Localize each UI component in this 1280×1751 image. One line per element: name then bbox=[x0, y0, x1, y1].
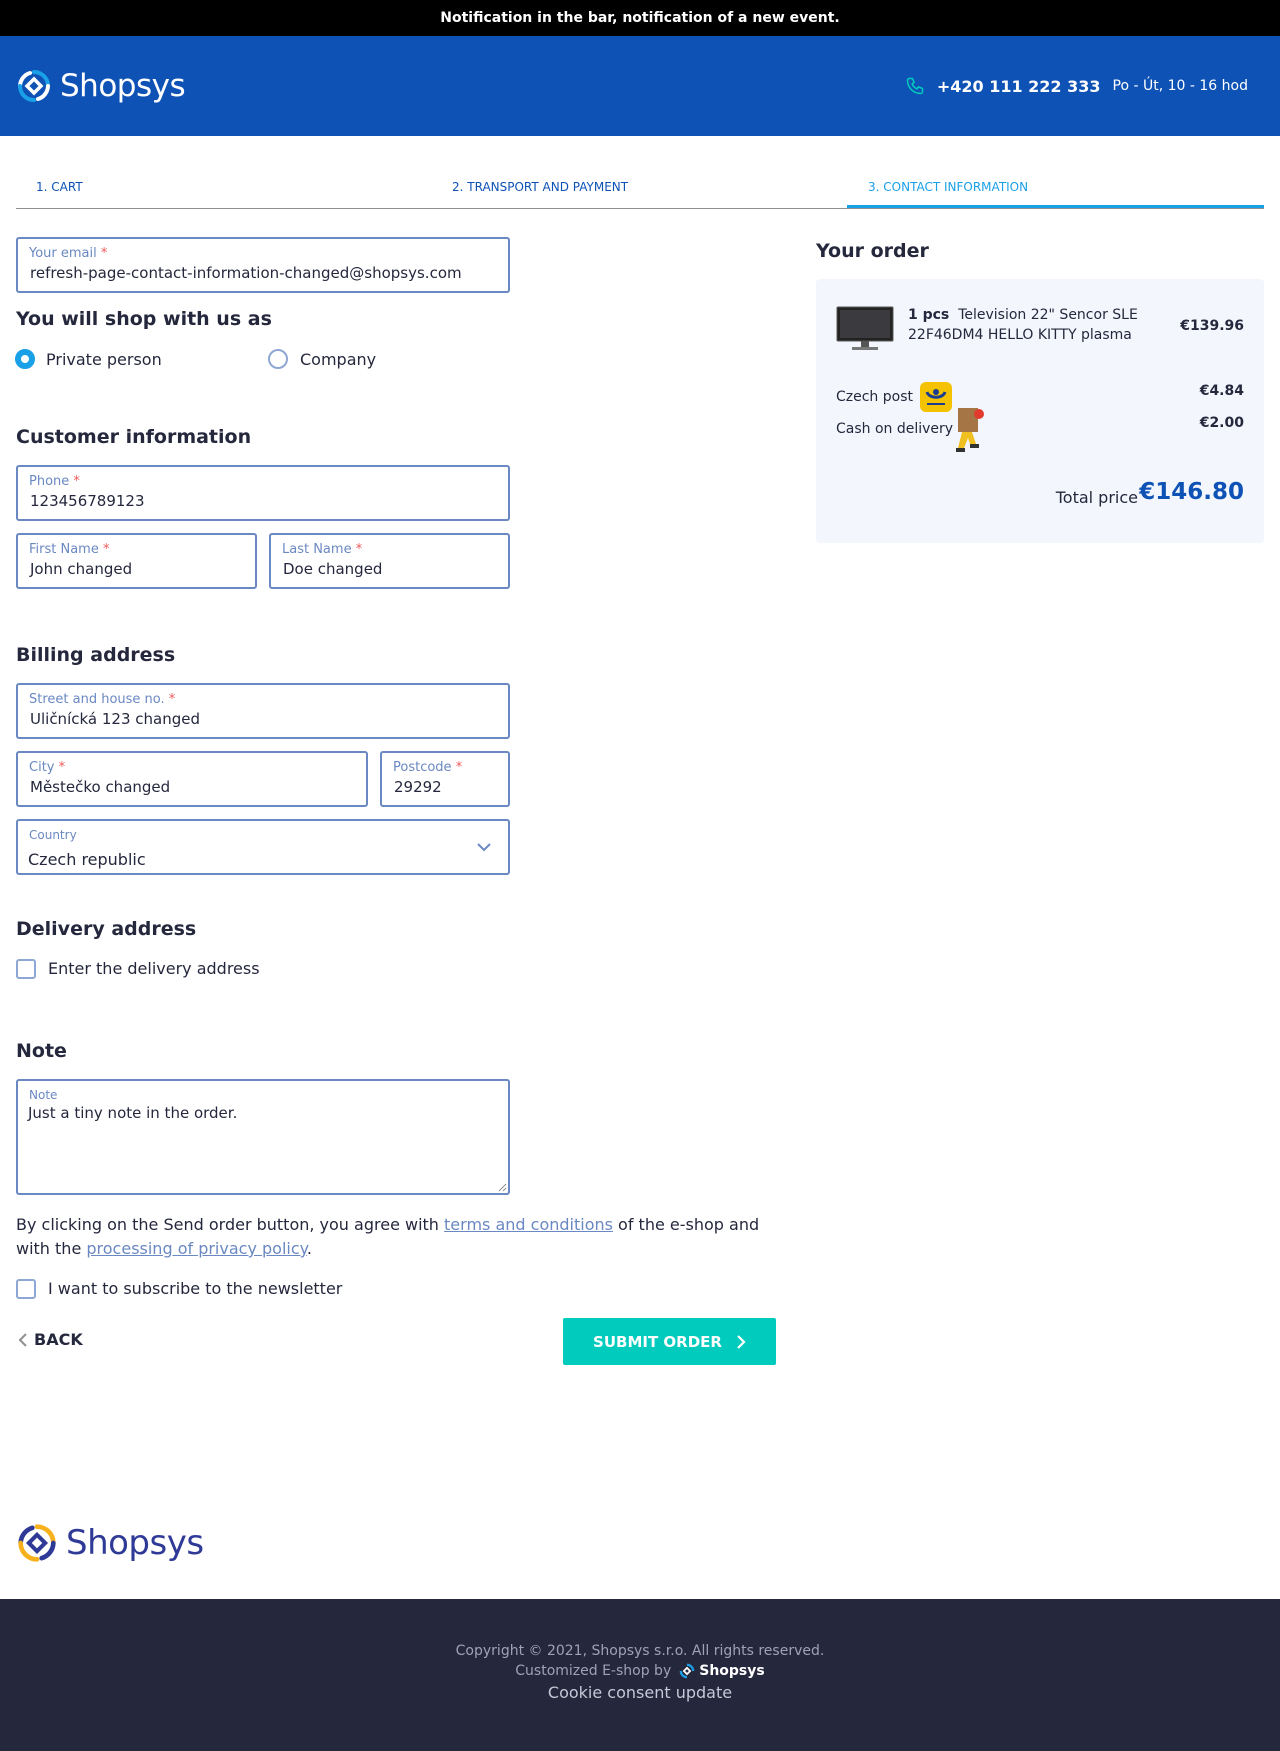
total-price-value: €146.80 bbox=[1139, 479, 1244, 505]
back-label: BACK bbox=[34, 1330, 83, 1349]
copyright-text: Copyright © 2021, Shopsys s.r.o. All rig… bbox=[455, 1643, 825, 1659]
cash-on-delivery-icon bbox=[956, 408, 984, 452]
newsletter-checkbox[interactable] bbox=[16, 1279, 36, 1299]
billing-title: Billing address bbox=[16, 644, 176, 666]
postcode-field[interactable]: Postcode * 29292 bbox=[380, 751, 510, 807]
first-name-label: First Name * bbox=[29, 542, 110, 557]
city-label: City * bbox=[29, 760, 66, 775]
radio-private-person[interactable] bbox=[15, 349, 35, 369]
active-step-indicator bbox=[847, 205, 1264, 208]
payment-price: €2.00 bbox=[1199, 415, 1244, 431]
czech-post-logo-icon bbox=[920, 382, 952, 412]
first-name-value: John changed bbox=[30, 560, 133, 578]
total-price-label: Total price bbox=[1055, 488, 1138, 507]
country-label: Country bbox=[29, 828, 77, 842]
footer-brand[interactable]: Shopsys bbox=[699, 1663, 764, 1679]
checkout-steps: 1. CART 2. TRANSPORT AND PAYMENT 3. CONT… bbox=[16, 168, 1264, 209]
last-name-label: Last Name * bbox=[282, 542, 363, 557]
submit-order-button[interactable]: SUBMIT ORDER bbox=[563, 1318, 776, 1365]
legal-text: By clicking on the Send order button, yo… bbox=[16, 1213, 776, 1261]
product-price: €139.96 bbox=[1180, 318, 1244, 334]
transport-label: Czech post bbox=[836, 389, 913, 405]
back-button[interactable]: BACK bbox=[16, 1330, 83, 1349]
header-contact: +420 111 222 333 Po - Út, 10 - 16 hod bbox=[905, 76, 1248, 96]
shopsys-small-logo-icon bbox=[679, 1663, 695, 1679]
shopsys-logo-icon bbox=[18, 70, 50, 102]
shopsys-logo-icon bbox=[18, 1524, 56, 1562]
note-label: Note bbox=[29, 1088, 58, 1102]
country-select[interactable]: Country Czech republic bbox=[16, 819, 510, 875]
company-label[interactable]: Company bbox=[300, 350, 376, 369]
chevron-left-icon bbox=[18, 1332, 27, 1347]
resize-handle-icon[interactable] bbox=[497, 1182, 507, 1192]
order-title: Your order bbox=[816, 240, 929, 262]
footer-logo[interactable]: Shopsys bbox=[16, 1522, 204, 1564]
step-contact-information[interactable]: 3. CONTACT INFORMATION bbox=[868, 180, 1028, 194]
shop-as-title: You will shop with us as bbox=[16, 308, 272, 330]
note-title: Note bbox=[16, 1040, 67, 1062]
postcode-label: Postcode * bbox=[393, 760, 463, 775]
delivery-address-label[interactable]: Enter the delivery address bbox=[48, 959, 260, 978]
product-qty: 1 pcs bbox=[908, 307, 950, 323]
phone-label: Phone * bbox=[29, 474, 80, 489]
email-label: Your email * bbox=[29, 246, 108, 261]
email-field[interactable]: Your email * refresh-page-contact-inform… bbox=[16, 237, 510, 293]
notification-bar: Notification in the bar, notification of… bbox=[0, 0, 1280, 36]
last-name-field[interactable]: Last Name * Doe changed bbox=[269, 533, 510, 589]
phone-icon bbox=[906, 77, 924, 95]
postcode-value: 29292 bbox=[394, 778, 442, 796]
transport-price: €4.84 bbox=[1199, 383, 1244, 399]
step-cart[interactable]: 1. CART bbox=[36, 180, 83, 194]
product-description: 1 pcs Television 22" Sencor SLE 22F46DM4… bbox=[908, 305, 1148, 345]
note-value: Just a tiny note in the order. bbox=[28, 1104, 238, 1122]
customized-by-text: Customized E-shop by bbox=[515, 1663, 672, 1679]
payment-label: Cash on delivery bbox=[836, 421, 954, 437]
chevron-down-icon bbox=[477, 843, 491, 852]
country-value: Czech republic bbox=[28, 850, 146, 869]
customer-info-title: Customer information bbox=[16, 426, 252, 448]
chevron-right-icon bbox=[737, 1334, 746, 1349]
privacy-policy-link[interactable]: processing of privacy policy bbox=[86, 1239, 306, 1258]
order-summary: 1 pcs Television 22" Sencor SLE 22F46DM4… bbox=[816, 279, 1264, 543]
header-phone[interactable]: +420 111 222 333 bbox=[937, 77, 1101, 96]
phone-field[interactable]: Phone * 123456789123 bbox=[16, 465, 510, 521]
header-hours: Po - Út, 10 - 16 hod bbox=[1112, 78, 1248, 94]
first-name-field[interactable]: First Name * John changed bbox=[16, 533, 257, 589]
site-header: Shopsys +420 111 222 333 Po - Út, 10 - 1… bbox=[0, 36, 1280, 136]
delivery-address-checkbox[interactable] bbox=[16, 959, 36, 979]
submit-label: SUBMIT ORDER bbox=[593, 1332, 722, 1351]
logo-text: Shopsys bbox=[60, 68, 186, 104]
phone-value: 123456789123 bbox=[30, 492, 145, 510]
private-person-label[interactable]: Private person bbox=[46, 350, 162, 369]
note-textarea[interactable]: Note Just a tiny note in the order. bbox=[16, 1079, 510, 1195]
city-field[interactable]: City * Městečko changed bbox=[16, 751, 368, 807]
television-product-image bbox=[836, 306, 894, 350]
radio-company[interactable] bbox=[268, 349, 288, 369]
legal-text-before: By clicking on the Send order button, yo… bbox=[16, 1215, 445, 1234]
header-logo[interactable]: Shopsys bbox=[16, 68, 186, 104]
city-value: Městečko changed bbox=[30, 778, 171, 796]
step-transport-payment[interactable]: 2. TRANSPORT AND PAYMENT bbox=[452, 180, 628, 194]
cookie-consent-link[interactable]: Cookie consent update bbox=[0, 1683, 1280, 1702]
footer-logo-text: Shopsys bbox=[66, 1523, 204, 1563]
last-name-value: Doe changed bbox=[283, 560, 383, 578]
email-value: refresh-page-contact-information-changed… bbox=[30, 264, 462, 282]
street-field[interactable]: Street and house no. * Uličnícká 123 cha… bbox=[16, 683, 510, 739]
terms-link[interactable]: terms and conditions bbox=[444, 1215, 613, 1234]
delivery-title: Delivery address bbox=[16, 918, 197, 940]
site-footer: Copyright © 2021, Shopsys s.r.o. All rig… bbox=[0, 1599, 1280, 1751]
street-label: Street and house no. * bbox=[29, 692, 176, 707]
legal-text-after: . bbox=[306, 1239, 312, 1258]
street-value: Uličnícká 123 changed bbox=[30, 710, 200, 728]
customized-by: Customized E-shop by Shopsys bbox=[0, 1663, 1280, 1679]
newsletter-label[interactable]: I want to subscribe to the newsletter bbox=[48, 1279, 342, 1298]
